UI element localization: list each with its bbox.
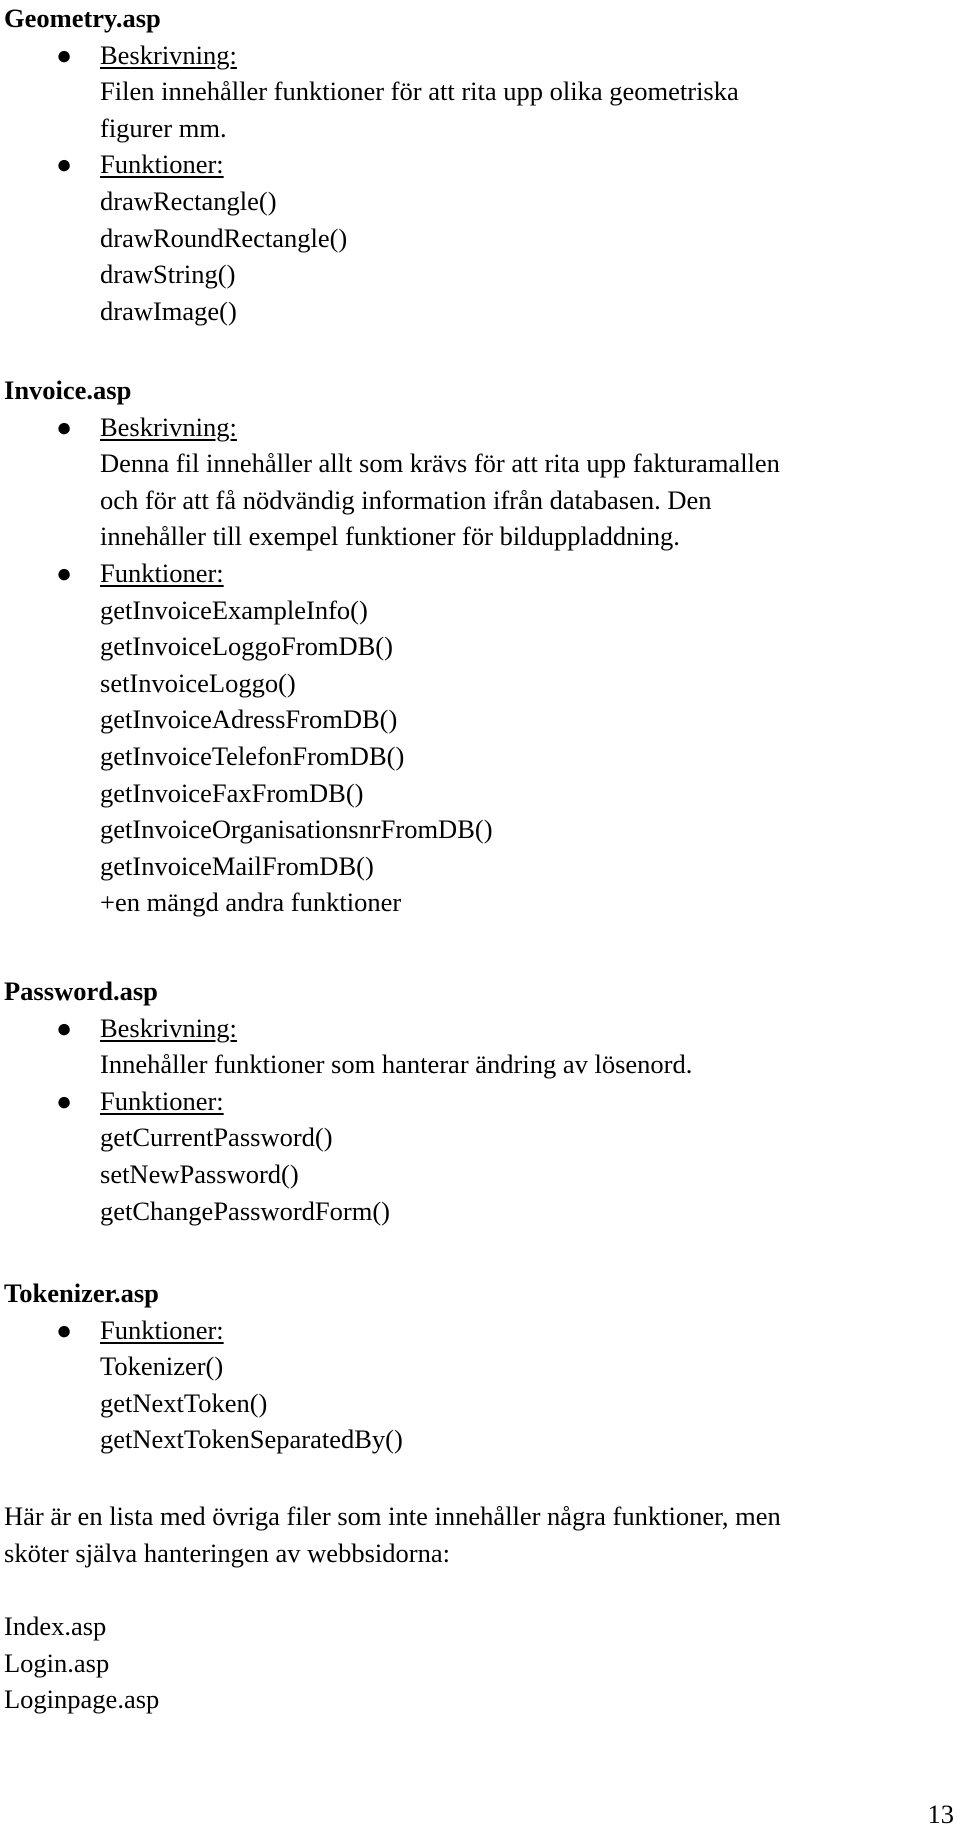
functions-label: Funktioner: [100,1314,224,1345]
bullet-icon: ● [56,1314,73,1345]
description-text: Filen innehåller funktioner för att rita… [100,76,739,107]
description-text: Innehåller funktioner som hanterar ändri… [100,1049,693,1080]
description-label: Beskrivning: [100,1012,237,1043]
intro-text: sköter själva hanteringen av webbsidorna… [4,1537,450,1568]
section-tokenizer: Tokenizer.asp ● Funktioner: Tokenizer() … [4,1275,960,1458]
function-item: getInvoiceAdressFromDB() [100,704,398,735]
bullet-icon: ● [56,1012,73,1043]
function-item: getInvoiceLoggoFromDB() [100,631,393,662]
functions-label-row: ● Funktioner: [4,1312,960,1349]
description-label: Beskrivning: [100,411,237,442]
section-invoice: Invoice.asp ● Beskrivning: Denna fil inn… [4,372,960,921]
description-label: Beskrivning: [100,39,237,70]
section-geometry: Geometry.asp ● Beskrivning: Filen innehå… [4,0,960,329]
functions-label-row: ● Funktioner: [4,146,960,183]
description-label-row: ● Beskrivning: [4,1010,960,1047]
description-text: figurer mm. [100,112,227,143]
function-item: drawString() [100,259,236,290]
function-item: getInvoiceExampleInfo() [100,594,368,625]
bullet-icon: ● [56,411,73,442]
functions-label: Funktioner: [100,557,224,588]
functions-label-row: ● Funktioner: [4,1083,960,1120]
function-item: getNextTokenSeparatedBy() [100,1424,403,1455]
function-item: getChangePasswordForm() [100,1195,390,1226]
section-title: Invoice.asp [4,375,132,405]
section-password: Password.asp ● Beskrivning: Innehåller f… [4,973,960,1229]
bullet-icon: ● [56,557,73,588]
function-item: drawImage() [100,295,237,326]
section-title: Tokenizer.asp [4,1278,159,1308]
file-item: Loginpage.asp [4,1684,160,1715]
description-text: innehåller till exempel funktioner för b… [100,521,680,552]
functions-label: Funktioner: [100,149,224,180]
other-files-intro: Här är en lista med övriga filer som int… [4,1498,960,1571]
page-number: 13 [927,1799,955,1829]
bullet-icon: ● [56,149,73,180]
description-label-row: ● Beskrivning: [4,409,960,446]
function-item: +en mängd andra funktioner [100,887,402,918]
function-item: setInvoiceLoggo() [100,667,296,698]
description-text: och för att få nödvändig information ifr… [100,484,712,515]
bullet-icon: ● [56,39,73,70]
function-item: setNewPassword() [100,1158,299,1189]
function-item: Tokenizer() [100,1351,224,1382]
bullet-icon: ● [56,1085,73,1116]
function-item: getCurrentPassword() [100,1122,333,1153]
functions-label: Funktioner: [100,1085,224,1116]
file-item: Login.asp [4,1647,110,1678]
intro-text: Här är en lista med övriga filer som int… [4,1501,781,1531]
file-item: Index.asp [4,1611,107,1641]
description-label-row: ● Beskrivning: [4,37,960,74]
function-item: getInvoiceMailFromDB() [100,850,374,881]
function-item: getInvoiceOrganisationsnrFromDB() [100,814,493,845]
section-title: Geometry.asp [4,3,161,33]
description-text: Denna fil innehåller allt som krävs för … [100,448,780,479]
section-title: Password.asp [4,976,158,1006]
other-files-list: Index.asp Login.asp Loginpage.asp [4,1608,960,1718]
function-item: getInvoiceFaxFromDB() [100,777,364,808]
function-item: getInvoiceTelefonFromDB() [100,740,405,771]
function-item: drawRectangle() [100,185,277,216]
function-item: getNextToken() [100,1387,268,1418]
function-item: drawRoundRectangle() [100,222,348,253]
functions-label-row: ● Funktioner: [4,555,960,592]
